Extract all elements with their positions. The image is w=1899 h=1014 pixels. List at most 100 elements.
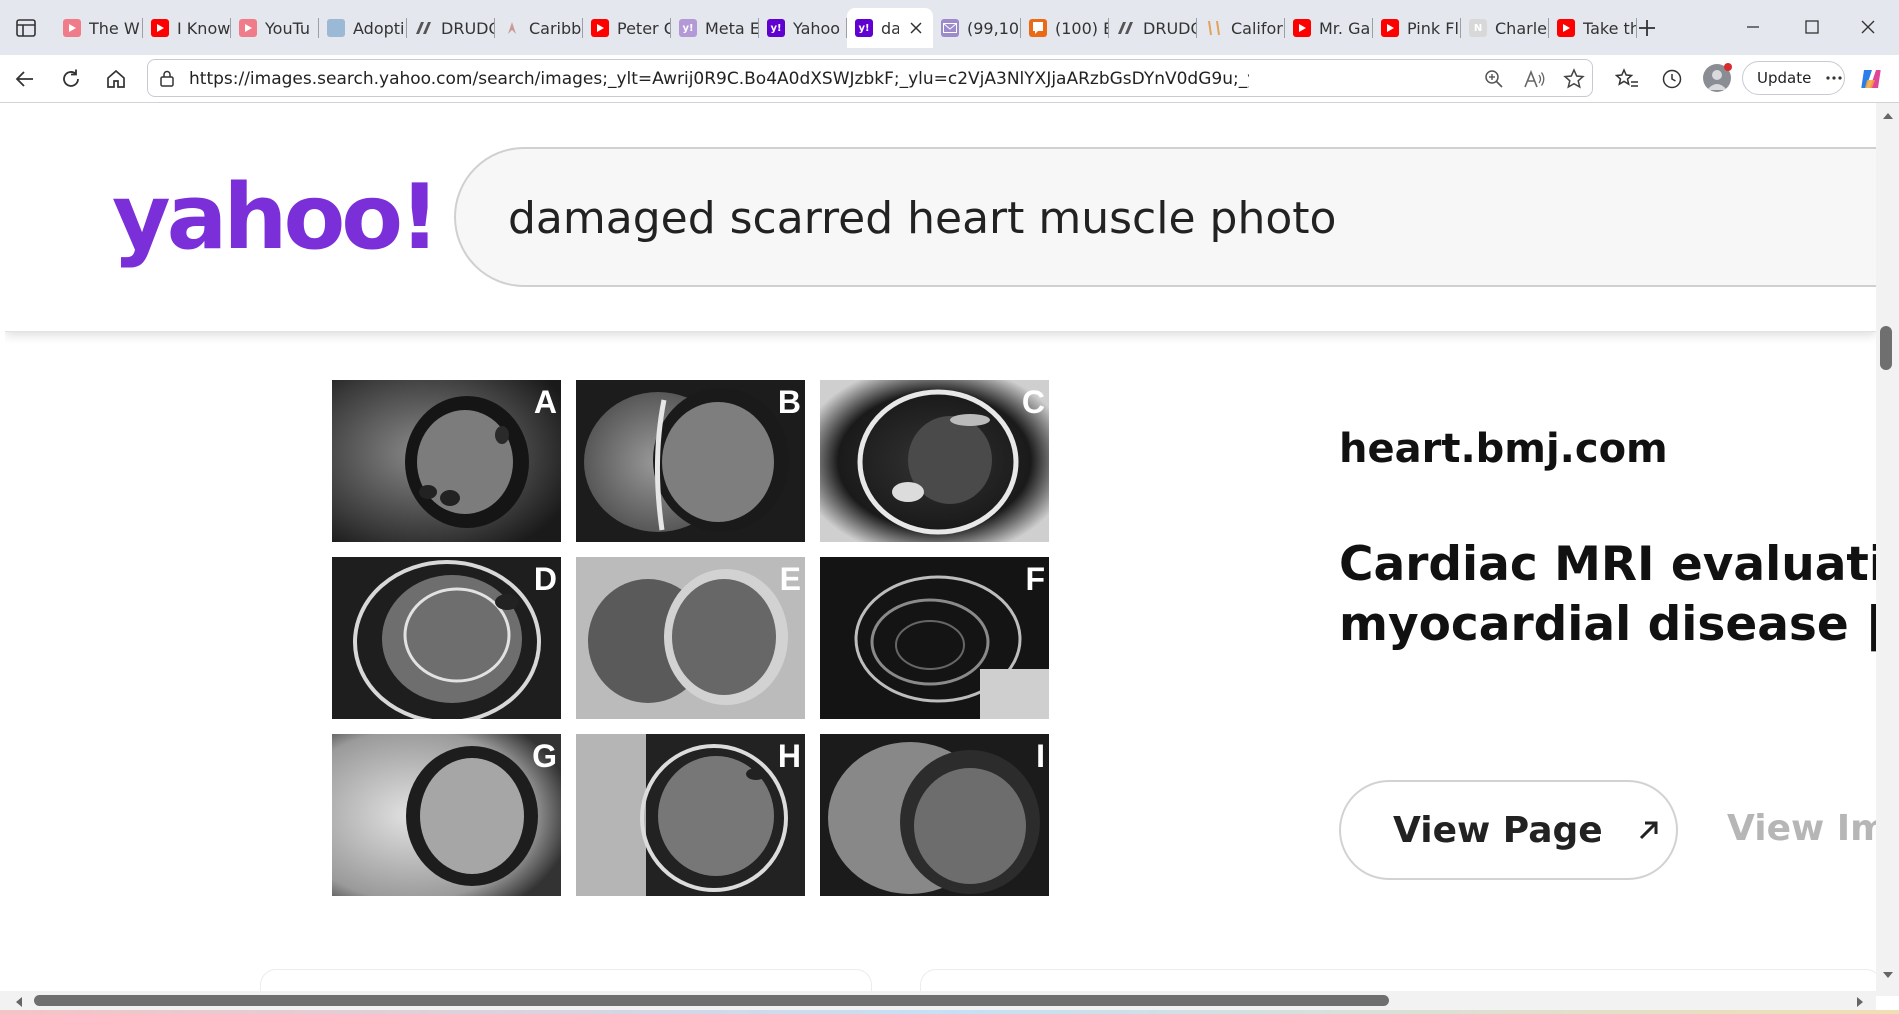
tab[interactable]: Adopti bbox=[319, 8, 407, 48]
tab-title: da bbox=[881, 18, 899, 38]
bottom-edge bbox=[0, 1010, 1899, 1014]
preview-image[interactable]: A B C D E F G H I bbox=[332, 380, 1061, 908]
tab[interactable]: y! Meta E bbox=[671, 8, 759, 48]
favorite-button[interactable] bbox=[1562, 67, 1586, 91]
maximize-button[interactable] bbox=[1797, 12, 1827, 42]
history-button[interactable] bbox=[1659, 66, 1685, 92]
mri-panel: G bbox=[332, 734, 561, 896]
search-input[interactable]: damaged scarred heart muscle photo bbox=[508, 193, 1336, 244]
back-button[interactable] bbox=[9, 63, 41, 95]
tab-title: Pink Fl bbox=[1407, 18, 1459, 38]
view-image-button[interactable]: View Ima bbox=[1727, 808, 1876, 849]
vertical-scroll-thumb[interactable] bbox=[1880, 326, 1892, 370]
minimize-button[interactable] bbox=[1738, 12, 1768, 42]
tab[interactable]: YouTu bbox=[231, 8, 319, 48]
profile-notification-dot bbox=[1724, 63, 1732, 71]
youtube-icon bbox=[1557, 19, 1575, 37]
mri-panel: A bbox=[332, 380, 561, 542]
favorites-button[interactable] bbox=[1614, 66, 1640, 92]
tab-title: Yahoo bbox=[793, 18, 841, 38]
tab-title: Mr. Ga bbox=[1319, 18, 1371, 38]
result-title-line-2: myocardial disease | He bbox=[1339, 597, 1876, 652]
panel-label: B bbox=[777, 384, 801, 420]
scroll-left-arrow-icon[interactable] bbox=[12, 995, 26, 1009]
youtube-icon bbox=[151, 19, 169, 37]
tab-actions-button[interactable] bbox=[8, 13, 44, 43]
view-page-label: View Page bbox=[1393, 809, 1603, 851]
tab[interactable]: The W bbox=[55, 8, 143, 48]
tab-actions-icon bbox=[16, 19, 36, 37]
back-arrow-icon bbox=[15, 71, 33, 87]
result-title[interactable]: Cardiac MRI evaluation myocardial diseas… bbox=[1339, 535, 1876, 655]
yahoo-icon: y! bbox=[855, 19, 873, 37]
tab[interactable]: N Charle bbox=[1461, 8, 1549, 48]
tab-title: Meta E bbox=[705, 18, 759, 38]
close-window-button[interactable] bbox=[1853, 12, 1883, 42]
update-button[interactable]: Update bbox=[1742, 61, 1845, 95]
address-bar[interactable]: https://images.search.yahoo.com/search/i… bbox=[147, 59, 1593, 97]
scroll-up-arrow-icon[interactable] bbox=[1881, 109, 1895, 123]
home-button[interactable] bbox=[100, 63, 132, 95]
more-icon[interactable] bbox=[1825, 75, 1843, 81]
yahoo-light-icon: y! bbox=[679, 19, 697, 37]
tab[interactable]: Pink Fl bbox=[1373, 8, 1461, 48]
search-box[interactable]: damaged scarred heart muscle photo bbox=[454, 147, 1876, 287]
tab-title: Adopti bbox=[353, 18, 405, 38]
mri-scan-image bbox=[332, 734, 561, 896]
tab-title: DRUDG bbox=[441, 18, 495, 38]
tab[interactable]: y! Yahoo bbox=[759, 8, 847, 48]
tab[interactable]: DRUDG bbox=[1109, 8, 1197, 48]
home-icon bbox=[107, 69, 125, 88]
mri-panel: H bbox=[576, 734, 805, 896]
drudge-icon bbox=[415, 19, 433, 37]
horizontal-scroll-thumb[interactable] bbox=[34, 995, 1389, 1006]
mri-scan-image bbox=[576, 557, 805, 719]
youtube-icon bbox=[1381, 19, 1399, 37]
yahoo-logo[interactable]: yahoo! bbox=[112, 173, 440, 263]
feed-icon bbox=[1029, 19, 1047, 37]
result-title-line-1: Cardiac MRI evaluation bbox=[1339, 537, 1876, 592]
view-page-button[interactable]: View Page bbox=[1339, 780, 1678, 880]
scroll-right-arrow-icon[interactable] bbox=[1853, 995, 1867, 1009]
tab-title: Peter C bbox=[617, 18, 671, 38]
tab[interactable]: DRUDG bbox=[407, 8, 495, 48]
reload-button[interactable] bbox=[55, 63, 87, 95]
mri-scan-image bbox=[332, 557, 561, 719]
mri-panel: F bbox=[820, 557, 1049, 719]
source-domain[interactable]: heart.bmj.com bbox=[1339, 426, 1668, 472]
favorites-list-icon bbox=[1615, 68, 1638, 87]
mri-panel: I bbox=[820, 734, 1049, 896]
tab-title: (100) E bbox=[1055, 18, 1109, 38]
close-tab-icon[interactable] bbox=[907, 19, 925, 37]
copilot-icon bbox=[1861, 70, 1881, 88]
drudge-icon bbox=[1117, 19, 1135, 37]
tab[interactable]: (100) E bbox=[1021, 8, 1109, 48]
panel-label: F bbox=[1025, 561, 1045, 597]
vertical-scrollbar[interactable] bbox=[1876, 103, 1899, 996]
tab[interactable]: (99,10 bbox=[933, 8, 1021, 48]
adopt-icon bbox=[327, 19, 345, 37]
scroll-down-arrow-icon[interactable] bbox=[1881, 968, 1895, 982]
tab-title: (99,10 bbox=[967, 18, 1020, 38]
site-info-icon[interactable] bbox=[158, 69, 176, 87]
tab-title: YouTu bbox=[265, 18, 311, 38]
tab-title: DRUDG bbox=[1143, 18, 1197, 38]
new-tab-button[interactable] bbox=[1633, 14, 1661, 42]
mri-scan-image bbox=[820, 734, 1049, 896]
tab[interactable]: Mr. Ga bbox=[1285, 8, 1373, 48]
tab[interactable]: Peter C bbox=[583, 8, 671, 48]
tab-title: Take th bbox=[1583, 18, 1637, 38]
close-icon bbox=[1861, 20, 1875, 34]
read-aloud-button[interactable] bbox=[1522, 67, 1546, 91]
mri-scan-image bbox=[820, 380, 1049, 542]
url-text[interactable]: https://images.search.yahoo.com/search/i… bbox=[189, 69, 1249, 89]
tab[interactable]: Califor bbox=[1197, 8, 1285, 48]
zoom-button[interactable] bbox=[1482, 67, 1506, 91]
tab[interactable]: Caribb bbox=[495, 8, 583, 48]
copilot-button[interactable] bbox=[1858, 66, 1884, 92]
tab-title: Califor bbox=[1231, 18, 1283, 38]
tab[interactable]: I Know bbox=[143, 8, 231, 48]
external-arrow-icon bbox=[1639, 821, 1658, 840]
tab-active[interactable]: y! da bbox=[847, 8, 933, 48]
tab[interactable]: Take th bbox=[1549, 8, 1637, 48]
